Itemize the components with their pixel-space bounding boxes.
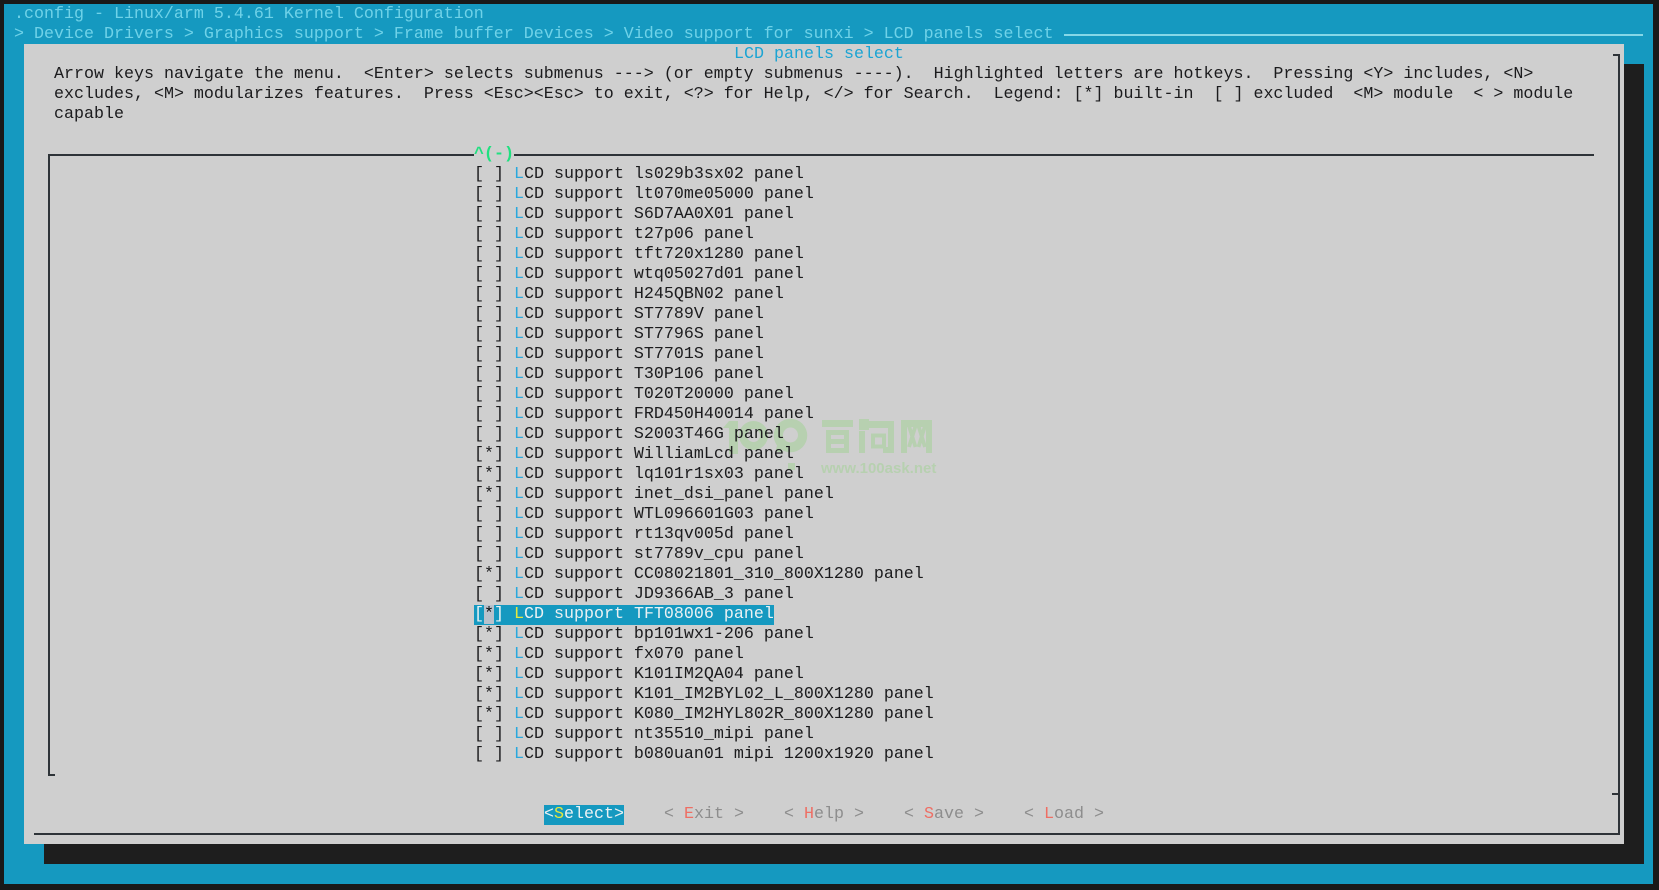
svg-text:www.100ask.net: www.100ask.net <box>820 460 936 477</box>
